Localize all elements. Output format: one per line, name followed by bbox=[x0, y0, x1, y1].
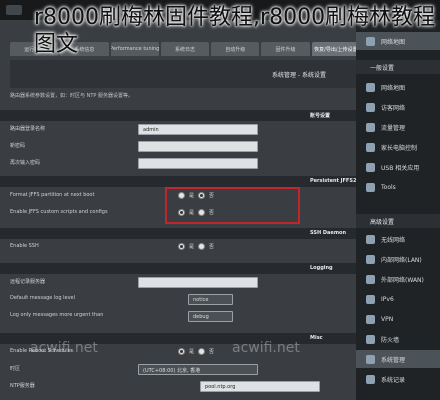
enable-ssh-label: Enable SSH bbox=[10, 243, 39, 249]
wifi-icon bbox=[366, 234, 375, 244]
radio-yes-label: 是 bbox=[189, 244, 195, 250]
page-header: 系统管理 - 系统设置 bbox=[10, 60, 360, 88]
sidebar-item-admin[interactable]: 系统管理 bbox=[356, 350, 440, 368]
sidebar-item-lan[interactable]: 内部网络(LAN) bbox=[356, 250, 440, 268]
ssh-yes[interactable] bbox=[178, 243, 185, 250]
sidebar-label: 无线网络 bbox=[381, 236, 406, 244]
new-password-label: 新密码 bbox=[10, 143, 26, 149]
usb-icon bbox=[366, 162, 375, 172]
row-log-urgent: Log only messages more urgent than debug bbox=[0, 309, 360, 325]
remote-log-label: 远程记录服务器 bbox=[10, 279, 46, 285]
globe-icon bbox=[366, 82, 375, 92]
log-icon bbox=[366, 374, 375, 384]
sidebar-label: 外部网络(WAN) bbox=[381, 276, 424, 284]
remote-log-field[interactable] bbox=[138, 277, 258, 288]
log-urgent-label: Log only messages more urgent than bbox=[10, 312, 104, 318]
sidebar-header-advanced: 高级设置 bbox=[356, 214, 440, 228]
sidebar-item-vpn[interactable]: VPN bbox=[356, 310, 440, 328]
row-login-name: 路由器登录名称 admin bbox=[0, 122, 360, 138]
page-description: 路由器系统参数设置，如：时区与 NTP 服务器设置等。 bbox=[10, 93, 133, 99]
sidebar-label: 访客网络 bbox=[381, 104, 406, 112]
sidebar-item-parental[interactable]: 家长电脑控制 bbox=[356, 138, 440, 156]
enable-ssh-radios: 是 否 bbox=[178, 243, 214, 250]
sidebar-label: 内部网络(LAN) bbox=[381, 256, 422, 264]
router-logo bbox=[6, 5, 22, 15]
sidebar-item-usb[interactable]: USB 相关应用 bbox=[356, 158, 440, 176]
row-new-password: 新密码 bbox=[0, 139, 360, 155]
sidebar-item-ipv6[interactable]: IPv6 bbox=[356, 290, 440, 308]
ntp-field[interactable]: pool.ntp.org bbox=[200, 381, 320, 392]
sidebar-label: IPv6 bbox=[381, 295, 394, 303]
sidebar-item-firewall[interactable]: 防火墙 bbox=[356, 330, 440, 348]
row-remote-log: 远程记录服务器 bbox=[0, 275, 360, 291]
sidebar-header-general: 一般设置 bbox=[356, 60, 440, 74]
section-logging: Logging bbox=[0, 263, 360, 274]
row-default-log-level: Default message log level notice bbox=[0, 292, 360, 308]
section-account: 账号设置 bbox=[0, 110, 360, 121]
page-title: 系统管理 - 系统设置 bbox=[272, 72, 326, 79]
confirm-password-field[interactable] bbox=[138, 158, 258, 169]
wan-icon bbox=[366, 274, 375, 284]
ipv6-icon bbox=[366, 294, 375, 304]
log-urgent-select[interactable]: debug bbox=[188, 311, 233, 322]
sidebar-label: USB 相关应用 bbox=[381, 164, 420, 172]
watermark-left: acwifi.net bbox=[30, 340, 98, 356]
sidebar-item-wan[interactable]: 外部网络(WAN) bbox=[356, 270, 440, 288]
sidebar-label: 防火墙 bbox=[381, 336, 400, 344]
guest-icon bbox=[366, 102, 375, 112]
row-enable-ssh: Enable SSH 是 否 bbox=[0, 240, 360, 256]
sidebar-item-guest[interactable]: 访客网络 bbox=[356, 98, 440, 116]
new-password-field[interactable] bbox=[138, 141, 258, 152]
article-caption: r8000刷梅林固件教程,r8000刷梅林教程图文 bbox=[34, 5, 436, 57]
row-confirm-password: 再次输入密码 bbox=[0, 156, 360, 172]
sidebar-item-syslog[interactable]: 系统记录 bbox=[356, 370, 440, 388]
vpn-icon bbox=[366, 314, 375, 324]
reboot-no[interactable] bbox=[198, 348, 206, 355]
confirm-password-label: 再次输入密码 bbox=[10, 160, 41, 166]
sidebar-label: 网络地图 bbox=[381, 84, 406, 92]
sidebar-item-network-map[interactable]: 网络地图 bbox=[356, 78, 440, 96]
lock-icon bbox=[366, 142, 375, 152]
reboot-scheduler-radios: 是 否 bbox=[178, 348, 214, 355]
firewall-icon bbox=[366, 334, 375, 344]
jffs-format-label: Format JFFS partition at next boot bbox=[10, 192, 95, 198]
radio-yes-label: 是 bbox=[189, 349, 195, 355]
sidebar-label: 系统记录 bbox=[381, 376, 406, 384]
sidebar-item-traffic[interactable]: 流量管理 bbox=[356, 118, 440, 136]
sidebar-label: Tools bbox=[381, 183, 396, 191]
traffic-icon bbox=[366, 122, 375, 132]
jffs-scripts-label: Enable JFFS custom scripts and configs bbox=[10, 209, 108, 215]
radio-no-label: 否 bbox=[209, 244, 215, 250]
jffs-highlight-box bbox=[165, 187, 300, 224]
timezone-select[interactable]: (UTC+08:00) 北京, 香港 bbox=[138, 364, 258, 375]
sidebar-label: 家长电脑控制 bbox=[381, 144, 418, 152]
radio-no-label: 否 bbox=[209, 349, 215, 355]
default-log-level-select[interactable]: notice bbox=[188, 294, 233, 305]
sidebar-label: VPN bbox=[381, 315, 394, 323]
login-name-label: 路由器登录名称 bbox=[10, 126, 46, 132]
sidebar-label: 系统管理 bbox=[381, 356, 406, 364]
tools-icon bbox=[366, 182, 375, 192]
sidebar-item-wireless[interactable]: 无线网络 bbox=[356, 230, 440, 248]
login-name-field[interactable]: admin bbox=[138, 124, 258, 135]
lan-icon bbox=[366, 254, 375, 264]
timezone-label: 时区 bbox=[10, 366, 21, 372]
row-timezone: 时区 (UTC+08:00) 北京, 香港 bbox=[0, 362, 360, 378]
section-ssh: SSH Daemon bbox=[0, 228, 360, 239]
reboot-yes[interactable] bbox=[178, 348, 185, 355]
ssh-no[interactable] bbox=[198, 243, 206, 250]
section-jffs: Persistent JFFS2 partition bbox=[0, 176, 360, 187]
default-log-level-label: Default message log level bbox=[10, 295, 76, 301]
watermark-right: acwifi.net bbox=[232, 340, 300, 356]
ntp-label: NTP服务器 bbox=[10, 383, 35, 389]
row-ntp: NTP服务器 pool.ntp.org bbox=[0, 379, 360, 395]
admin-icon bbox=[366, 354, 375, 364]
sidebar-item-tools[interactable]: Tools bbox=[356, 178, 440, 196]
sidebar: 网络地图 一般设置 网络地图 访客网络 流量管理 家长电脑控制 USB 相关应用… bbox=[356, 20, 440, 400]
sidebar-label: 流量管理 bbox=[381, 124, 406, 132]
